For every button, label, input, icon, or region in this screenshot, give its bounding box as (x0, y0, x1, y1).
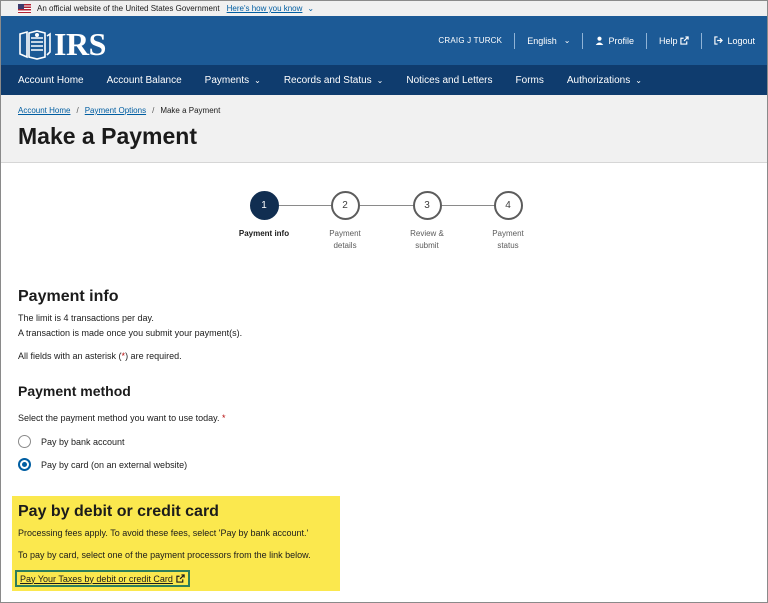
header-utility-nav: CRAIG J TURCK English ⌄ Profile Help Log… (426, 16, 767, 65)
card-instructions: To pay by card, select one of the paymen… (18, 550, 311, 560)
gov-banner-text: An official website of the United States… (37, 4, 220, 13)
site-header: IRS CRAIG J TURCK English ⌄ Profile Help (1, 16, 767, 65)
nav-label: Forms (515, 74, 544, 86)
pay-by-card-link-text[interactable]: Pay Your Taxes by debit or credit Card (20, 574, 173, 584)
radio-pay-by-card[interactable]: Pay by card (on an external website) (18, 458, 187, 471)
breadcrumb-account-home[interactable]: Account Home (18, 106, 70, 115)
step-number: 3 (412, 191, 442, 220)
help-label: Help (658, 35, 678, 46)
language-select[interactable]: English ⌄ (515, 33, 582, 49)
user-name: CRAIG J TURCK (438, 36, 503, 45)
help-link[interactable]: Help (647, 33, 702, 49)
radio-button[interactable] (18, 435, 31, 448)
profile-label: Profile (608, 35, 634, 46)
required-note: All fields with an asterisk (*) are requ… (18, 351, 182, 361)
transaction-text: A transaction is made once you submit yo… (18, 328, 243, 338)
nav-label: Account Home (18, 74, 84, 86)
step-label-line: details (333, 241, 357, 250)
heres-how-you-know-link[interactable]: Here's how you know (227, 4, 303, 13)
required-asterisk: * (221, 413, 226, 423)
payment-method-prompt: Select the payment method you want to us… (18, 413, 226, 423)
chevron-down-icon: ⌄ (376, 75, 384, 85)
payment-info-heading: Payment info (18, 288, 119, 305)
page-title: Make a Payment (18, 123, 197, 149)
step-review-submit: 3 Review & submit (387, 191, 467, 252)
external-link-icon (680, 36, 690, 45)
step-label-line: submit (415, 241, 439, 250)
radio-label[interactable]: Pay by card (on an external website) (41, 460, 187, 470)
language-label: English (527, 35, 557, 46)
card-payment-alert: Pay by debit or credit card Processing f… (12, 496, 340, 591)
chevron-down-icon: ⌄ (563, 36, 571, 45)
breadcrumb-payment-options[interactable]: Payment Options (85, 106, 146, 115)
page-header: Account Home / Payment Options / Make a … (1, 95, 767, 163)
step-label: Payment info (238, 229, 290, 238)
radio-pay-by-bank[interactable]: Pay by bank account (18, 435, 125, 448)
chevron-down-icon[interactable]: ⌄ (307, 4, 314, 13)
limit-text: The limit is 4 transactions per day. (18, 313, 154, 323)
gov-banner: An official website of the United States… (1, 1, 767, 16)
chevron-down-icon: ⌄ (254, 75, 261, 85)
step-label: Review & submit (387, 228, 467, 252)
logout-label: Logout (727, 35, 755, 46)
payment-method-heading: Payment method (18, 383, 131, 399)
breadcrumb: Account Home / Payment Options / Make a … (18, 106, 220, 115)
nav-label: Authorizations (566, 74, 631, 86)
nav-label: Notices and Letters (406, 74, 493, 86)
eagle-icon (19, 29, 51, 60)
step-number: 2 (330, 191, 360, 220)
us-flag-icon (18, 4, 31, 13)
sign-out-icon (714, 36, 724, 45)
nav-account-home[interactable]: Account Home (18, 75, 84, 86)
nav-label: Account Balance (106, 74, 182, 86)
irs-logo[interactable]: IRS (17, 26, 106, 63)
logout-button[interactable]: Logout (702, 33, 767, 49)
breadcrumb-separator: / (152, 106, 155, 115)
radio-label[interactable]: Pay by bank account (41, 437, 125, 447)
required-note-suffix: ) are required. (125, 351, 182, 361)
logo-text: IRS (54, 26, 106, 62)
main-nav: Account Home Account Balance Payments ⌄ R… (1, 65, 767, 95)
step-number: 1 (249, 191, 279, 220)
step-payment-details: 2 Payment details (305, 191, 385, 252)
fees-text: Processing fees apply. To avoid these fe… (18, 528, 309, 538)
external-link-icon (176, 574, 185, 583)
person-icon (596, 36, 604, 45)
pay-by-card-link[interactable]: Pay Your Taxes by debit or credit Card (15, 570, 190, 587)
nav-notices-and-letters[interactable]: Notices and Letters (406, 75, 492, 86)
step-label-line: Review & (410, 229, 444, 238)
step-payment-status: 4 Payment status (468, 191, 548, 252)
required-note-prefix: All fields with an asterisk ( (18, 351, 122, 361)
chevron-down-icon: ⌄ (635, 75, 642, 85)
step-label: Payment details (305, 228, 385, 252)
nav-records-and-status[interactable]: Records and Status ⌄ (284, 75, 384, 86)
step-label-line: Payment (492, 229, 524, 238)
nav-label: Payments (204, 74, 250, 86)
step-label: Payment status (468, 228, 548, 252)
step-label-line: status (497, 241, 519, 250)
nav-account-balance[interactable]: Account Balance (107, 75, 182, 86)
breadcrumb-current: Make a Payment (160, 106, 221, 115)
step-number: 4 (493, 191, 523, 220)
breadcrumb-separator: / (76, 106, 79, 115)
radio-button-selected[interactable] (18, 458, 31, 471)
card-section-heading: Pay by debit or credit card (18, 503, 219, 520)
nav-authorizations[interactable]: Authorizations ⌄ (567, 75, 642, 86)
nav-payments[interactable]: Payments ⌄ (205, 75, 261, 86)
step-label-line: Payment (329, 229, 361, 238)
prompt-text: Select the payment method you want to us… (18, 413, 220, 423)
profile-button[interactable]: Profile (583, 33, 646, 49)
step-payment-info: 1 Payment info (224, 191, 304, 240)
nav-label: Records and Status (283, 74, 372, 86)
nav-forms[interactable]: Forms (516, 75, 544, 86)
